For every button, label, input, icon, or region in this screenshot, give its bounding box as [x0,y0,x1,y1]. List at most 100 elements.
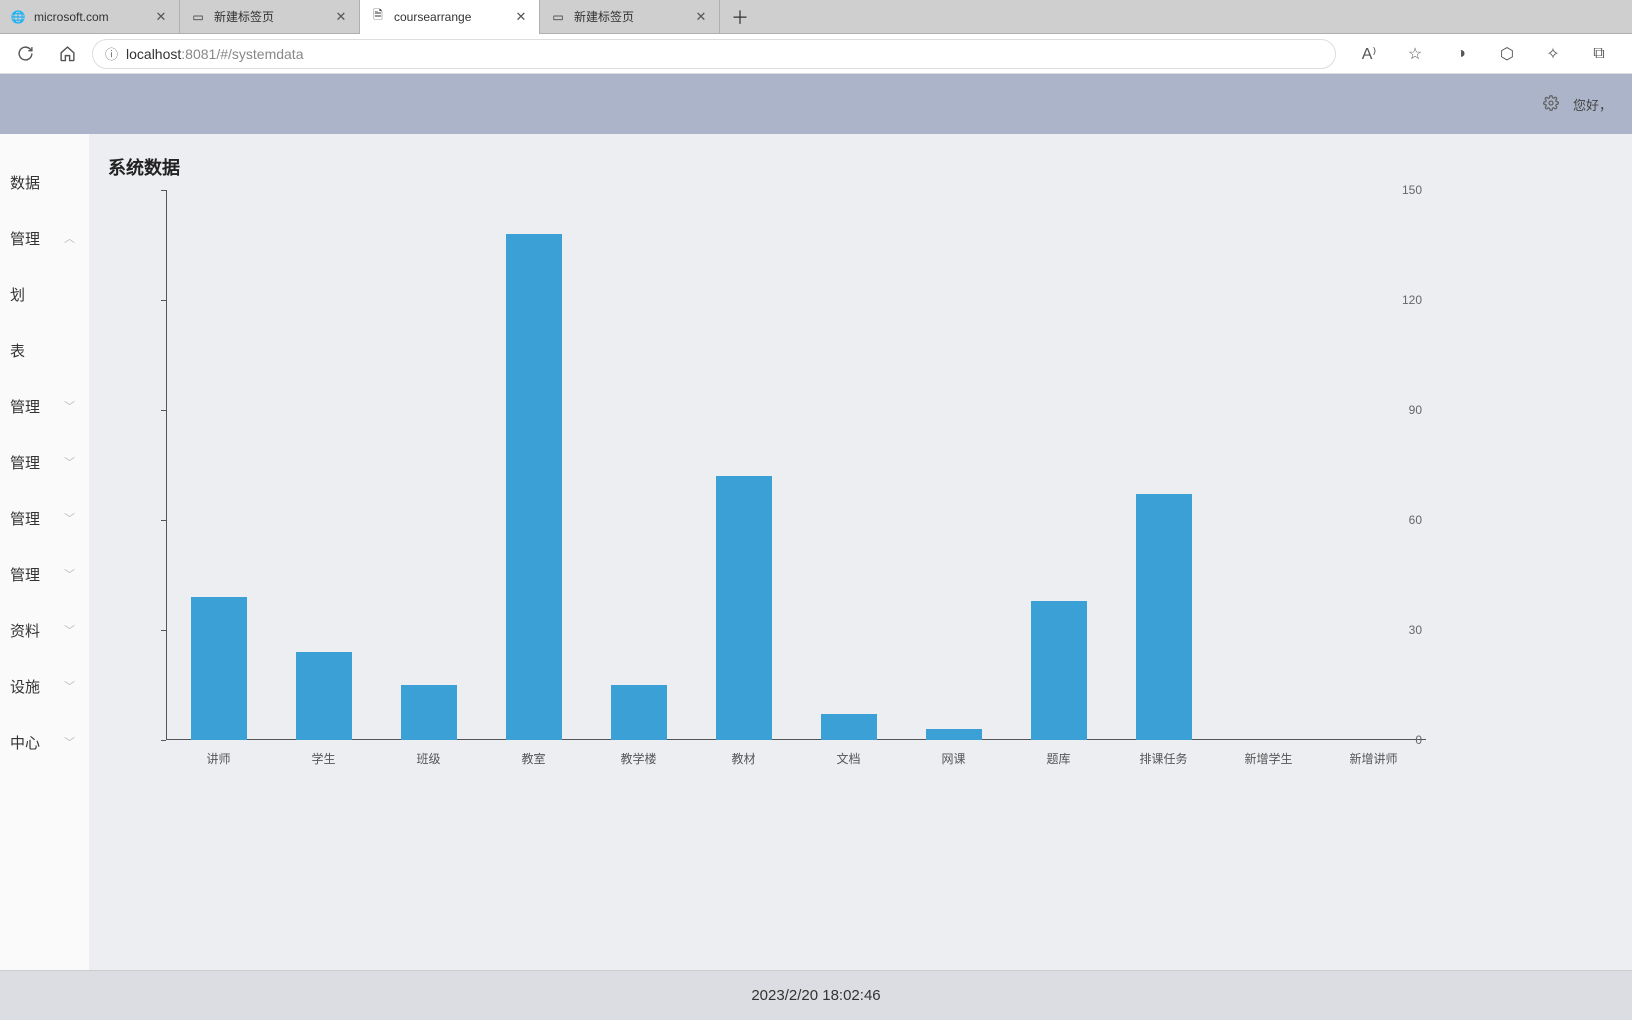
sidebar-item[interactable]: 管理︿ [0,210,89,266]
bar-slot [1216,190,1321,740]
url-path: /#/systemdata [216,46,303,62]
collections-icon[interactable]: ⧉ [1582,37,1616,71]
close-icon[interactable]: ✕ [333,9,349,25]
main-content: 系统数据 讲师学生班级教室教学楼教材文档网课题库排课任务新增学生新增讲师 030… [90,134,1632,970]
sidebar-item[interactable]: 设施 ﹀ [0,658,89,714]
sidebar-item[interactable]: 管理 ﹀ [0,434,89,490]
timestamp: 2023/2/20 18:02:46 [751,987,880,1004]
sidebar-item[interactable]: 管理﹀ [0,546,89,602]
sidebar-item[interactable]: 管理﹀ [0,490,89,546]
chevron-down-icon: ﹀ [64,678,75,694]
bar-slot [1111,190,1216,740]
x-tick-label: 文档 [796,744,901,770]
chart-bar[interactable] [296,652,352,740]
y-tick-mark [161,300,166,301]
browser-tab[interactable]: 🌐 microsoft.com ✕ [0,0,180,34]
tab-title: 新建标签页 [214,8,333,25]
system-data-chart: 讲师学生班级教室教学楼教材文档网课题库排课任务新增学生新增讲师 03060901… [126,190,1426,770]
greeting-text: 您好， [1573,95,1612,114]
bar-slot [271,190,376,740]
chart-bar[interactable] [401,685,457,740]
sidebar-item-label: 数据 [10,172,40,193]
bar-slot [1321,190,1426,740]
bar-slot [586,190,691,740]
chart-bar[interactable] [716,476,772,740]
close-icon[interactable]: ✕ [513,9,529,25]
info-icon[interactable]: ⓘ [105,44,118,63]
sidebar-item-label: 表 [10,340,25,361]
bar-slot [166,190,271,740]
x-tick-label: 教材 [691,744,796,770]
chart-bar[interactable] [506,234,562,740]
app-header: 您好， [0,74,1632,134]
footer: 2023/2/20 18:02:46 [0,970,1632,1020]
screenshot-icon[interactable]: ◑ [1444,37,1478,71]
browser-tab[interactable]: ▭ 新建标签页 ✕ [540,0,720,34]
chart-bars [166,190,1426,740]
chart-bar[interactable] [191,597,247,740]
browser-tab-bar: 🌐 microsoft.com ✕ ▭ 新建标签页 ✕ 🗎 coursearra… [0,0,1632,34]
refresh-button[interactable] [8,37,42,71]
chevron-down-icon: ﹀ [64,734,75,750]
x-tick-label: 教学楼 [586,744,691,770]
chevron-down-icon: ﹀ [64,454,75,470]
chart-bar[interactable] [926,729,982,740]
y-tick-label: 90 [1409,403,1422,417]
url-port: :8081 [181,46,216,62]
x-tick-label: 教室 [481,744,586,770]
close-icon[interactable]: ✕ [153,9,169,25]
new-tab-button[interactable]: ＋ [726,3,754,31]
sidebar: 数据管理︿划表管理﹀管理﹀管理﹀管理﹀资料﹀设施﹀中心﹀ [0,134,90,970]
bar-slot [691,190,796,740]
edge-icon: ▭ [190,9,206,25]
x-tick-label: 讲师 [166,744,271,770]
bar-slot [481,190,586,740]
read-aloud-icon[interactable]: A⁾ [1352,37,1386,71]
sidebar-item[interactable]: 管理 ﹀ [0,378,89,434]
chevron-down-icon: ﹀ [64,398,75,414]
y-tick-mark [161,740,166,741]
sidebar-item[interactable]: 中心﹀ [0,714,89,770]
close-icon[interactable]: ✕ [693,9,709,25]
chart-bar[interactable] [821,714,877,740]
chart-bar[interactable] [611,685,667,740]
y-tick-mark [161,520,166,521]
y-tick-mark [161,630,166,631]
x-tick-label: 排课任务 [1111,744,1216,770]
sidebar-item[interactable]: 表 [0,322,89,378]
sidebar-item-label: 管理 [10,396,40,417]
tab-title: coursearrange [394,10,513,24]
page-title: 系统数据 [108,154,1632,180]
x-tick-label: 学生 [271,744,376,770]
browser-tab[interactable]: ▭ 新建标签页 ✕ [180,0,360,34]
sidebar-item[interactable]: 资料 ﹀ [0,602,89,658]
url-host: localhost [126,46,181,62]
chevron-down-icon: ﹀ [64,566,75,582]
sidebar-item[interactable]: 划 [0,266,89,322]
sidebar-item-label: 管理 [10,228,40,249]
bar-slot [1006,190,1111,740]
sidebar-item-label: 设施 [10,676,40,697]
extensions-icon[interactable]: ⬡ [1490,37,1524,71]
address-bar[interactable]: ⓘ localhost:8081/#/systemdata [92,39,1336,69]
y-tick-mark [161,410,166,411]
favorite-icon[interactable]: ☆ [1398,37,1432,71]
chevron-down-icon: ﹀ [64,622,75,638]
home-button[interactable] [50,37,84,71]
sidebar-item-label: 管理 [10,452,40,473]
sidebar-item-label: 划 [10,284,25,305]
sidebar-item-label: 资料 [10,620,40,641]
chart-bar[interactable] [1136,494,1192,740]
nav-right-controls: A⁾ ☆ ◑ ⬡ ✧ ⧉ [1344,37,1624,71]
gear-icon[interactable] [1543,95,1559,114]
favorites-bar-icon[interactable]: ✧ [1536,37,1570,71]
sidebar-item[interactable]: 数据 [0,154,89,210]
browser-tab-active[interactable]: 🗎 coursearrange ✕ [360,0,540,34]
chart-bar[interactable] [1031,601,1087,740]
y-tick-label: 120 [1402,293,1422,307]
chevron-down-icon: ﹀ [64,510,75,526]
app-body: 数据管理︿划表管理﹀管理﹀管理﹀管理﹀资料﹀设施﹀中心﹀ 系统数据 讲师学生班级… [0,134,1632,970]
tab-title: microsoft.com [34,10,153,24]
browser-nav-bar: ⓘ localhost:8081/#/systemdata A⁾ ☆ ◑ ⬡ ✧… [0,34,1632,74]
x-axis-labels: 讲师学生班级教室教学楼教材文档网课题库排课任务新增学生新增讲师 [166,744,1426,770]
